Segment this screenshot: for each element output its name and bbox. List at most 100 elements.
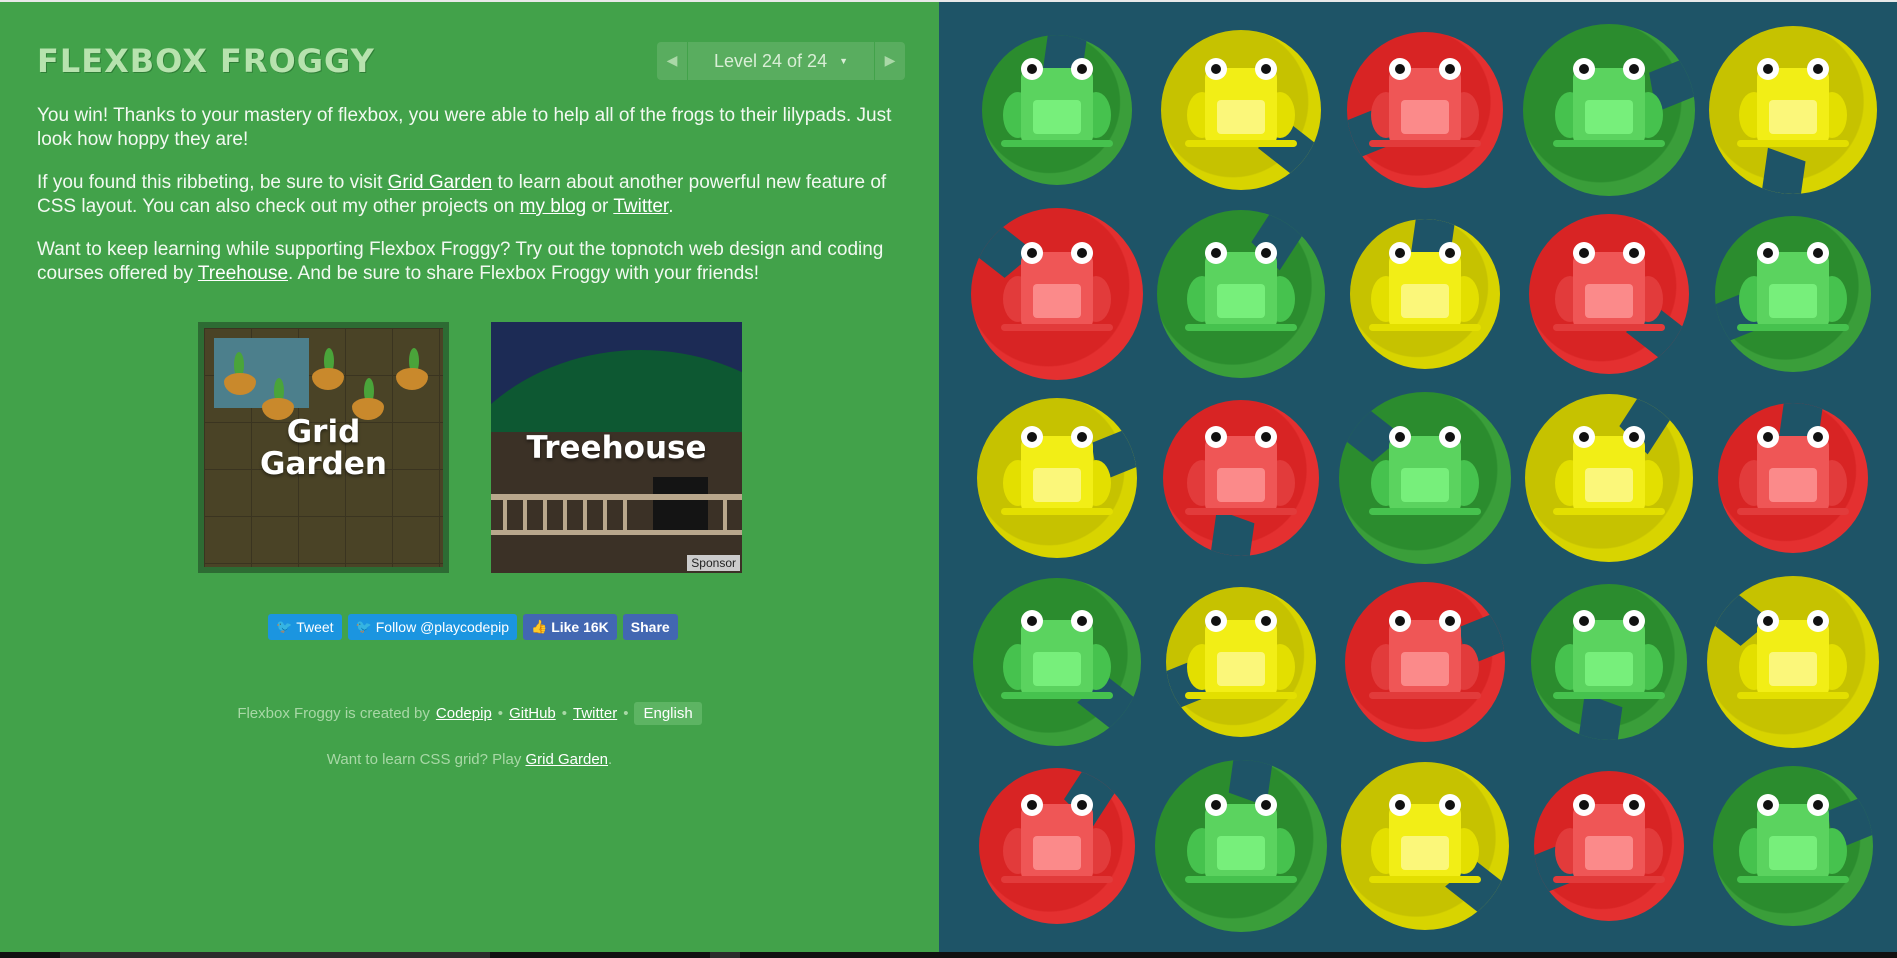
like-label: Like 16K bbox=[551, 619, 609, 635]
frog-icon bbox=[997, 242, 1117, 332]
facebook-like-button[interactable]: 👍 Like 16K bbox=[523, 614, 617, 640]
frog-eye bbox=[1807, 58, 1829, 80]
frog-feet bbox=[1553, 508, 1665, 515]
bottom-bar-segment bbox=[710, 952, 740, 958]
frog-feet bbox=[1553, 876, 1665, 883]
frog-feet bbox=[1185, 324, 1297, 331]
frog-belly bbox=[1401, 836, 1449, 870]
frog-eye bbox=[1807, 242, 1829, 264]
tweet-button[interactable]: 🐦 Tweet bbox=[268, 614, 342, 640]
frog-eye bbox=[1205, 242, 1227, 264]
text: If you found this ribbeting, be sure to … bbox=[37, 172, 388, 193]
grid-garden-link[interactable]: Grid Garden bbox=[388, 172, 493, 193]
frog-eye bbox=[1757, 242, 1779, 264]
frog-eye bbox=[1255, 242, 1277, 264]
github-link[interactable]: GitHub bbox=[509, 705, 556, 722]
frog-belly bbox=[1217, 836, 1265, 870]
twitter-bird-icon: 🐦 bbox=[276, 619, 293, 634]
frog-eye bbox=[1071, 242, 1093, 264]
next-level-button[interactable]: ▶ bbox=[875, 42, 905, 80]
frog-feet bbox=[1553, 692, 1665, 699]
treehouse-promo-title: Treehouse bbox=[526, 429, 707, 466]
separator: • bbox=[561, 705, 568, 722]
language-button[interactable]: English bbox=[634, 702, 702, 725]
frog-belly bbox=[1769, 100, 1817, 134]
frog-icon bbox=[1365, 242, 1485, 332]
frog-icon bbox=[1733, 610, 1853, 700]
frog-icon bbox=[1549, 794, 1669, 884]
frog-belly bbox=[1401, 100, 1449, 134]
follow-button[interactable]: 🐦 Follow @playcodepip bbox=[347, 614, 518, 640]
frog-eye bbox=[1205, 58, 1227, 80]
frog-eye bbox=[1807, 794, 1829, 816]
frog-eye bbox=[1255, 426, 1277, 448]
grid-garden-footer: Want to learn CSS grid? Play Grid Garden… bbox=[0, 751, 939, 768]
frog-icon bbox=[1181, 58, 1301, 148]
text: . bbox=[668, 196, 674, 217]
frog-icon bbox=[1733, 242, 1853, 332]
page-title: FLEXBOX FROGGY bbox=[37, 42, 375, 80]
railing-post bbox=[523, 500, 527, 530]
railing-post bbox=[583, 500, 587, 530]
lilypad-notch bbox=[1761, 147, 1806, 194]
footer-grid-garden-link[interactable]: Grid Garden bbox=[525, 751, 608, 768]
frog-icon bbox=[1181, 426, 1301, 516]
water-tile bbox=[214, 338, 309, 408]
frog-belly bbox=[1217, 284, 1265, 318]
frog-belly bbox=[1769, 836, 1817, 870]
frog-feet bbox=[1185, 140, 1297, 147]
frog-icon bbox=[1365, 794, 1485, 884]
facebook-share-button[interactable]: Share bbox=[622, 614, 678, 640]
frog-feet bbox=[1001, 508, 1113, 515]
sidebar: FLEXBOX FROGGY ◀ Level 24 of 24 ▼ ▶ You … bbox=[0, 2, 939, 952]
frog-eye bbox=[1389, 610, 1411, 632]
frog-icon bbox=[1549, 426, 1669, 516]
frog-eye bbox=[1439, 242, 1461, 264]
separator: • bbox=[623, 705, 629, 722]
frog-eye bbox=[1071, 610, 1093, 632]
twitter-bird-icon: 🐦 bbox=[355, 619, 372, 634]
twitter-link[interactable]: Twitter bbox=[613, 196, 668, 217]
frog-eye bbox=[1071, 794, 1093, 816]
frog-eye bbox=[1439, 426, 1461, 448]
frog-feet bbox=[1001, 876, 1113, 883]
level-indicator-dropdown[interactable]: Level 24 of 24 ▼ bbox=[688, 42, 874, 80]
frog-eye bbox=[1757, 58, 1779, 80]
railing-post bbox=[723, 500, 727, 530]
tweet-label: Tweet bbox=[296, 619, 334, 635]
learn-text: Want to learn CSS grid? Play bbox=[326, 751, 522, 768]
frog-eye bbox=[1573, 58, 1595, 80]
frog-belly bbox=[1217, 100, 1265, 134]
railing bbox=[491, 530, 742, 535]
footer-twitter-link[interactable]: Twitter bbox=[573, 705, 617, 722]
frog-eye bbox=[1623, 610, 1645, 632]
treehouse-promo[interactable]: Treehouse Sponsor bbox=[491, 322, 742, 573]
frog-feet bbox=[1737, 876, 1849, 883]
frog-belly bbox=[1401, 468, 1449, 502]
frog-belly bbox=[1585, 836, 1633, 870]
frog-icon bbox=[1181, 242, 1301, 332]
frog-feet bbox=[1369, 876, 1481, 883]
grid-garden-promo[interactable]: Grid Garden bbox=[198, 322, 449, 573]
frog-eye bbox=[1757, 794, 1779, 816]
frog-icon bbox=[1733, 58, 1853, 148]
frog-eye bbox=[1205, 794, 1227, 816]
frog-eye bbox=[1623, 242, 1645, 264]
bottom-bar-segment bbox=[60, 952, 490, 958]
frog-belly bbox=[1033, 468, 1081, 502]
frog-feet bbox=[1001, 324, 1113, 331]
triangle-left-icon: ◀ bbox=[666, 53, 678, 69]
frog-belly bbox=[1769, 652, 1817, 686]
frog-eye bbox=[1021, 242, 1043, 264]
railing bbox=[491, 494, 742, 500]
my-blog-link[interactable]: my blog bbox=[520, 196, 587, 217]
treehouse-link[interactable]: Treehouse bbox=[198, 263, 288, 284]
text: or bbox=[586, 196, 614, 217]
codepip-link[interactable]: Codepip bbox=[436, 705, 492, 722]
pond-board bbox=[939, 2, 1897, 952]
thumbs-up-icon: 👍 bbox=[531, 619, 548, 634]
frog-icon bbox=[1549, 58, 1669, 148]
frog-eye bbox=[1071, 58, 1093, 80]
frog-eye bbox=[1255, 794, 1277, 816]
previous-level-button[interactable]: ◀ bbox=[657, 42, 687, 80]
